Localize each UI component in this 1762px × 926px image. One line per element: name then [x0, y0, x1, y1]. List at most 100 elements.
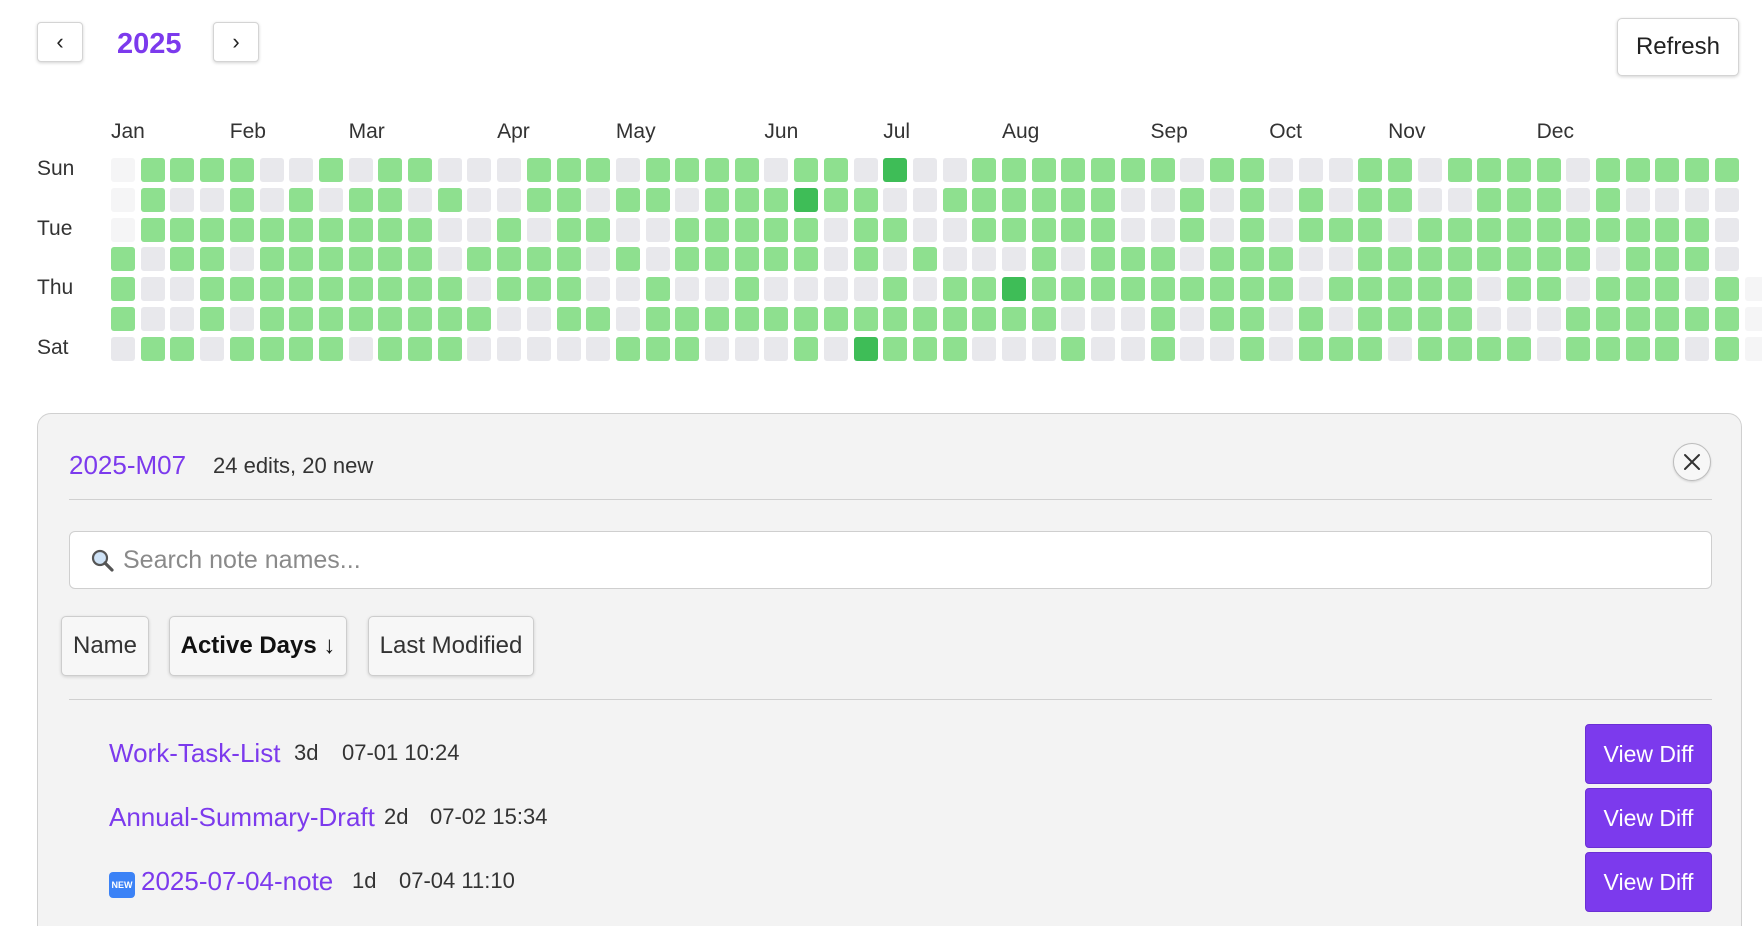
heatmap-day-cell[interactable]	[141, 337, 165, 361]
heatmap-day-cell[interactable]	[675, 188, 699, 212]
heatmap-day-cell[interactable]	[1269, 277, 1293, 301]
heatmap-day-cell[interactable]	[378, 218, 402, 242]
heatmap-day-cell[interactable]	[1685, 218, 1709, 242]
heatmap-day-cell[interactable]	[1388, 277, 1412, 301]
heatmap-day-cell[interactable]	[1061, 337, 1085, 361]
heatmap-day-cell[interactable]	[1269, 337, 1293, 361]
heatmap-day-cell[interactable]	[1507, 158, 1531, 182]
heatmap-day-cell[interactable]	[943, 307, 967, 331]
heatmap-day-cell[interactable]	[1596, 218, 1620, 242]
heatmap-day-cell[interactable]	[319, 247, 343, 271]
heatmap-day-cell[interactable]	[1566, 218, 1590, 242]
heatmap-day-cell[interactable]	[1655, 218, 1679, 242]
heatmap-day-cell[interactable]	[1002, 307, 1026, 331]
heatmap-day-cell[interactable]	[200, 337, 224, 361]
heatmap-day-cell[interactable]	[646, 188, 670, 212]
heatmap-day-cell[interactable]	[1121, 277, 1145, 301]
heatmap-day-cell[interactable]	[943, 337, 967, 361]
heatmap-day-cell[interactable]	[1388, 158, 1412, 182]
heatmap-day-cell[interactable]	[1299, 188, 1323, 212]
heatmap-day-cell[interactable]	[1448, 218, 1472, 242]
heatmap-day-cell[interactable]	[1655, 188, 1679, 212]
heatmap-day-cell[interactable]	[1091, 337, 1115, 361]
heatmap-day-cell[interactable]	[794, 158, 818, 182]
heatmap-day-cell[interactable]	[1745, 307, 1762, 331]
heatmap-day-cell[interactable]	[349, 218, 373, 242]
heatmap-day-cell[interactable]	[705, 218, 729, 242]
heatmap-day-cell[interactable]	[527, 277, 551, 301]
heatmap-day-cell[interactable]	[913, 307, 937, 331]
heatmap-day-cell[interactable]	[646, 277, 670, 301]
refresh-button[interactable]: Refresh	[1617, 18, 1739, 76]
heatmap-day-cell[interactable]	[467, 158, 491, 182]
heatmap-day-cell[interactable]	[467, 188, 491, 212]
heatmap-day-cell[interactable]	[170, 247, 194, 271]
heatmap-day-cell[interactable]	[794, 337, 818, 361]
heatmap-day-cell[interactable]	[883, 277, 907, 301]
heatmap-day-cell[interactable]	[497, 188, 521, 212]
heatmap-day-cell[interactable]	[111, 188, 135, 212]
heatmap-day-cell[interactable]	[1388, 337, 1412, 361]
heatmap-day-cell[interactable]	[1358, 188, 1382, 212]
heatmap-day-cell[interactable]	[378, 188, 402, 212]
heatmap-day-cell[interactable]	[170, 337, 194, 361]
heatmap-day-cell[interactable]	[467, 247, 491, 271]
heatmap-day-cell[interactable]	[319, 188, 343, 212]
heatmap-day-cell[interactable]	[497, 277, 521, 301]
heatmap-day-cell[interactable]	[1418, 188, 1442, 212]
heatmap-day-cell[interactable]	[1151, 188, 1175, 212]
heatmap-day-cell[interactable]	[1061, 158, 1085, 182]
heatmap-day-cell[interactable]	[1537, 247, 1561, 271]
heatmap-day-cell[interactable]	[1507, 247, 1531, 271]
heatmap-day-cell[interactable]	[1418, 247, 1442, 271]
heatmap-day-cell[interactable]	[586, 158, 610, 182]
heatmap-day-cell[interactable]	[319, 218, 343, 242]
heatmap-day-cell[interactable]	[200, 247, 224, 271]
heatmap-day-cell[interactable]	[616, 277, 640, 301]
heatmap-day-cell[interactable]	[289, 247, 313, 271]
heatmap-day-cell[interactable]	[170, 158, 194, 182]
heatmap-day-cell[interactable]	[141, 188, 165, 212]
heatmap-day-cell[interactable]	[854, 158, 878, 182]
heatmap-day-cell[interactable]	[1032, 188, 1056, 212]
heatmap-day-cell[interactable]	[497, 158, 521, 182]
heatmap-day-cell[interactable]	[794, 307, 818, 331]
heatmap-day-cell[interactable]	[1061, 277, 1085, 301]
heatmap-day-cell[interactable]	[1151, 158, 1175, 182]
heatmap-day-cell[interactable]	[378, 158, 402, 182]
previous-year-button[interactable]: ‹	[37, 22, 83, 62]
heatmap-day-cell[interactable]	[1032, 247, 1056, 271]
heatmap-day-cell[interactable]	[1299, 218, 1323, 242]
heatmap-day-cell[interactable]	[527, 337, 551, 361]
heatmap-day-cell[interactable]	[913, 158, 937, 182]
heatmap-day-cell[interactable]	[230, 188, 254, 212]
heatmap-day-cell[interactable]	[646, 218, 670, 242]
heatmap-day-cell[interactable]	[1418, 307, 1442, 331]
heatmap-day-cell[interactable]	[557, 307, 581, 331]
heatmap-day-cell[interactable]	[1596, 307, 1620, 331]
heatmap-day-cell[interactable]	[1596, 337, 1620, 361]
heatmap-day-cell[interactable]	[675, 158, 699, 182]
heatmap-day-cell[interactable]	[200, 307, 224, 331]
heatmap-day-cell[interactable]	[1299, 247, 1323, 271]
heatmap-day-cell[interactable]	[1685, 158, 1709, 182]
heatmap-day-cell[interactable]	[1358, 218, 1382, 242]
heatmap-day-cell[interactable]	[1210, 307, 1234, 331]
heatmap-day-cell[interactable]	[854, 218, 878, 242]
heatmap-day-cell[interactable]	[1596, 277, 1620, 301]
heatmap-day-cell[interactable]	[1002, 218, 1026, 242]
heatmap-day-cell[interactable]	[1358, 247, 1382, 271]
heatmap-day-cell[interactable]	[586, 218, 610, 242]
heatmap-day-cell[interactable]	[735, 188, 759, 212]
heatmap-day-cell[interactable]	[1596, 188, 1620, 212]
heatmap-day-cell[interactable]	[1537, 158, 1561, 182]
heatmap-day-cell[interactable]	[675, 218, 699, 242]
heatmap-day-cell[interactable]	[972, 247, 996, 271]
heatmap-day-cell[interactable]	[854, 277, 878, 301]
heatmap-day-cell[interactable]	[972, 307, 996, 331]
view-diff-button[interactable]: View Diff	[1585, 852, 1712, 912]
heatmap-day-cell[interactable]	[1655, 277, 1679, 301]
heatmap-day-cell[interactable]	[1715, 188, 1739, 212]
heatmap-day-cell[interactable]	[527, 188, 551, 212]
heatmap-day-cell[interactable]	[260, 307, 284, 331]
